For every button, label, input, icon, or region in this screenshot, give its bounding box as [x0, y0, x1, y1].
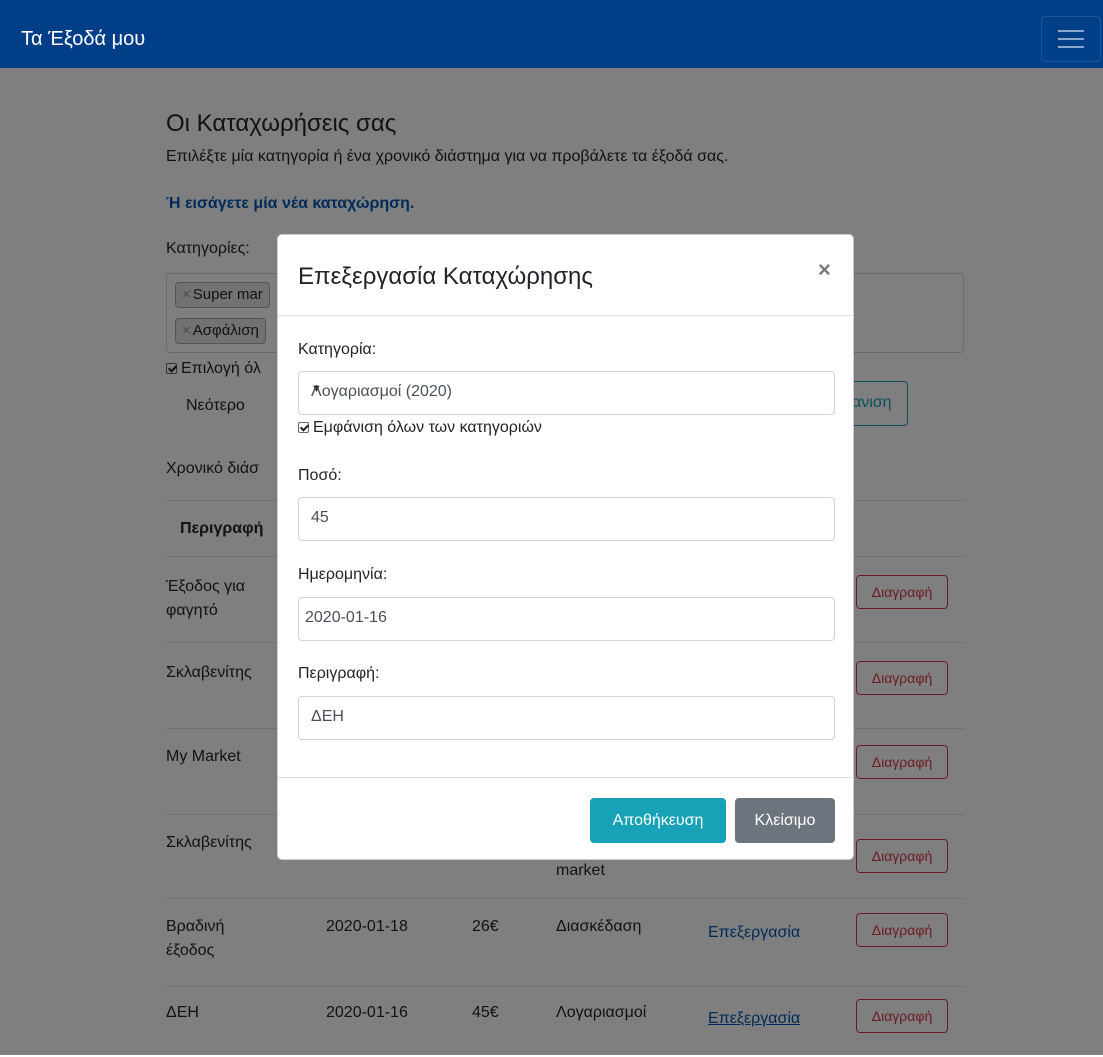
category-select[interactable]: Λογαριασμοί (2020) ▼: [298, 371, 835, 415]
amount-label: Ποσό:: [298, 467, 342, 484]
hamburger-icon: [1058, 38, 1084, 40]
save-button[interactable]: Αποθήκευση: [590, 798, 726, 843]
edit-entry-modal: Επεξεργασία Καταχώρησης × Κατηγορία: Λογ…: [277, 234, 854, 860]
show-all-categories-checkbox[interactable]: Εμφάνιση όλων των κατηγοριών: [298, 419, 542, 437]
brand-title[interactable]: Τα Έξοδά μου: [21, 28, 145, 51]
modal-footer: Αποθήκευση Κλείσιμο: [278, 777, 853, 860]
hamburger-icon: [1058, 46, 1084, 48]
caret-down-icon: ▼: [311, 383, 322, 395]
navbar: Τα Έξοδά μου: [0, 0, 1103, 68]
description-input[interactable]: ΔΕΗ: [298, 696, 835, 740]
checkbox-checked-icon[interactable]: [298, 422, 309, 433]
close-icon[interactable]: ×: [818, 257, 831, 283]
modal-title: Επεξεργασία Καταχώρησης: [298, 263, 593, 290]
date-input[interactable]: 2020-01-16: [298, 597, 835, 641]
navbar-toggler[interactable]: [1041, 16, 1101, 62]
close-button[interactable]: Κλείσιμο: [735, 798, 835, 843]
description-label: Περιγραφή:: [298, 665, 380, 682]
hamburger-icon: [1058, 30, 1084, 32]
modal-header: Επεξεργασία Καταχώρησης ×: [278, 235, 853, 316]
date-label: Ημερομηνία:: [298, 566, 388, 583]
category-label: Κατηγορία:: [298, 341, 377, 358]
amount-input[interactable]: 45: [298, 497, 835, 541]
